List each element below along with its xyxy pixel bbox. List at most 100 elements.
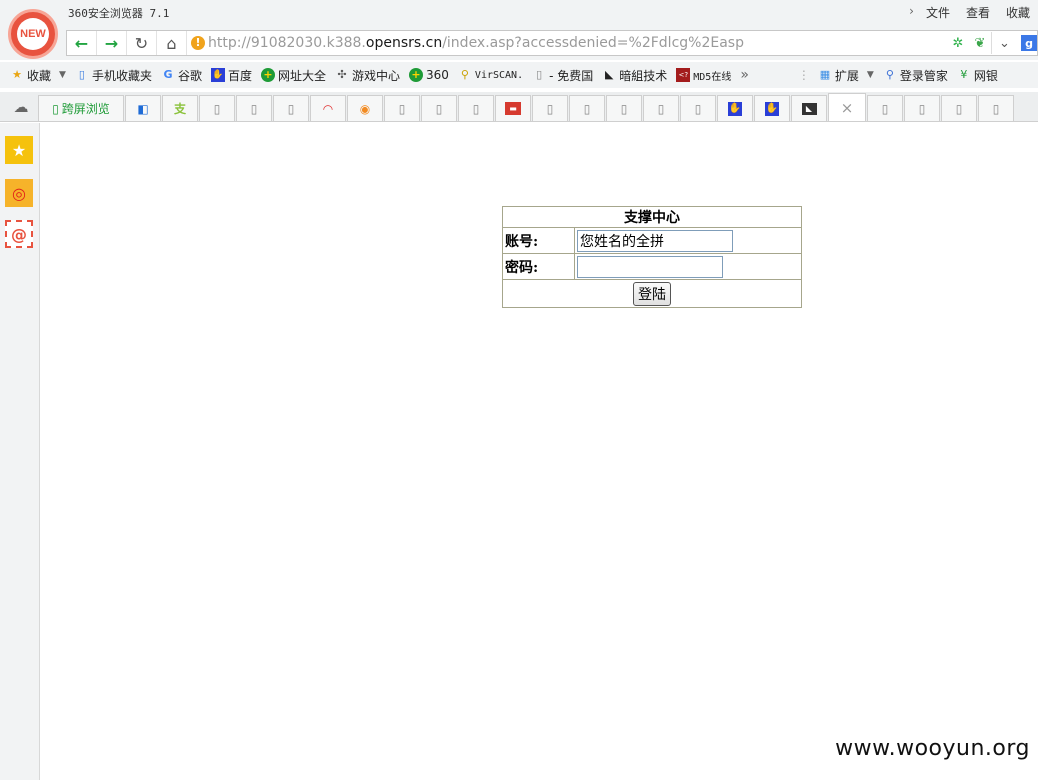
refresh-button[interactable]: ↻ [127, 31, 157, 55]
extensions-button[interactable]: ▦ 扩展 ▼ [818, 67, 874, 84]
bookmark-item[interactable]: ✋ 百度 [210, 67, 252, 84]
tab[interactable]: ▯ [978, 95, 1014, 121]
bookmarks-bar: ★ 收藏 ▼ ▯ 手机收藏夹 G 谷歌 ✋ 百度 + 网址大全 ✣ 游戏中心 +360 ⚲… [0, 62, 1038, 88]
menu-view[interactable]: 查看 [958, 2, 998, 23]
page-icon: ▯ [536, 68, 543, 81]
favorites-star-icon[interactable]: ★ [5, 136, 33, 164]
url-path: /index.asp?accessdenied=%2Fdlcg%2Easp [442, 35, 744, 51]
bookmark-item[interactable]: +360 [409, 68, 449, 82]
bookmark-item[interactable]: G 谷歌 [161, 67, 202, 84]
bookmark-item[interactable]: ▯ - 免费国 [532, 67, 593, 84]
page-icon: ▯ [213, 101, 221, 116]
site-favicon-icon: ◧ [137, 101, 149, 116]
home-icon: ⌂ [166, 33, 177, 53]
home-button[interactable]: ⌂ [157, 31, 187, 55]
bookmark-item[interactable]: ✣ 游戏中心 [335, 67, 400, 84]
tab-cross-screen-label: 跨屏浏览 [61, 102, 110, 116]
page-icon: ▯ [992, 101, 1000, 116]
url-host: opensrs.cn [365, 35, 443, 51]
tab[interactable]: ◉ [347, 95, 383, 121]
login-manager-button[interactable]: ⚲ 登录管家 [883, 67, 948, 84]
navigation-bar: ← → ↻ ⌂ ! http://91082030.k388. opensrs.c… [66, 30, 1038, 56]
tab[interactable]: 支 [162, 95, 198, 121]
refresh-icon: ↻ [134, 33, 149, 53]
url-prefix: http://91082030.k388. [208, 35, 366, 51]
account-label: 账号: [502, 227, 575, 254]
bank-icon: ¥ [960, 68, 968, 81]
tab[interactable]: ▯ [867, 95, 903, 121]
app-title: 360安全浏览器 7.1 [68, 7, 170, 20]
chevron-down-icon: ▼ [866, 70, 874, 80]
tab[interactable]: ▯ [904, 95, 940, 121]
chevron-right-icon[interactable]: › [901, 2, 918, 23]
bookmark-item[interactable]: <? MD5在线 [676, 68, 731, 83]
weibo-icon[interactable]: ◎ [5, 179, 33, 207]
tab[interactable]: ▬ [495, 95, 531, 121]
tab[interactable]: ▯ [643, 95, 679, 121]
tab[interactable]: ▯ [606, 95, 642, 121]
address-input[interactable]: ! http://91082030.k388. opensrs.cn/index.… [187, 31, 947, 55]
login-button[interactable]: 登陆 [633, 282, 671, 306]
forward-button[interactable]: → [97, 31, 127, 55]
bookmarks-more-button[interactable]: » [740, 67, 749, 83]
bookmark-item[interactable]: ▯ 手机收藏夹 [75, 67, 152, 84]
tab[interactable]: ▯ [421, 95, 457, 121]
bookmark-item[interactable]: ◣ 暗組技术 [602, 67, 667, 84]
tab[interactable]: ◠ [310, 95, 346, 121]
login-title: 支撑中心 [502, 206, 802, 228]
baidu-icon: ✋ [210, 68, 225, 82]
tab-cross-screen[interactable]: ▯ 跨屏浏览 [38, 95, 124, 121]
watermark: www.wooyun.org [835, 736, 1030, 761]
tab[interactable]: ▯ [199, 95, 235, 121]
tab[interactable]: ▯ [384, 95, 420, 121]
back-button[interactable]: ← [67, 31, 97, 55]
menu-favorites[interactable]: 收藏 [998, 2, 1038, 23]
cloud-sync-icon[interactable]: ☁ [4, 93, 38, 121]
tab[interactable]: ▯ [273, 95, 309, 121]
md5-icon: <? [676, 68, 691, 82]
bookmark-label: 谷歌 [177, 68, 202, 83]
tab-active[interactable]: × [828, 93, 866, 121]
tab[interactable]: ▯ [458, 95, 494, 121]
online-bank-label: 网银 [973, 68, 998, 83]
security-warning-icon[interactable]: ! [191, 36, 205, 50]
tab[interactable]: ◣ [791, 95, 827, 121]
tab[interactable]: ✋ [754, 95, 790, 121]
page-icon: ▯ [657, 101, 665, 116]
online-bank-button[interactable]: ¥ 网银 [957, 67, 998, 84]
login-manager-icon: ⚲ [885, 68, 894, 81]
password-input[interactable] [577, 255, 723, 278]
tab[interactable]: ▯ [680, 95, 716, 121]
tab[interactable]: ▯ [236, 95, 272, 121]
tab[interactable]: ✋ [717, 95, 753, 121]
bookmark-item[interactable]: ⚲ VirSCAN. [458, 68, 523, 82]
close-icon[interactable]: × [841, 99, 854, 117]
tab[interactable]: ◧ [125, 95, 161, 121]
bookmark-favorites-label: 收藏 [27, 68, 52, 83]
address-bar-actions: ✲ ❦ ⌄ g [947, 31, 1037, 55]
bookmark-item[interactable]: + 网址大全 [260, 67, 326, 84]
bookmark-label: 百度 [227, 68, 252, 83]
bookmark-label: VirSCAN. [474, 69, 524, 81]
account-input[interactable] [577, 229, 733, 252]
menu-file[interactable]: 文件 [918, 2, 958, 23]
bookmarks-divider: ⋮ [797, 68, 810, 82]
tab[interactable]: ▯ [569, 95, 605, 121]
address-dropdown-icon[interactable]: ⌄ [991, 32, 1017, 54]
mail-icon[interactable]: @ [5, 220, 33, 248]
speedometer-icon: ◠ [322, 101, 334, 116]
tab[interactable]: ▯ [941, 95, 977, 121]
virscan-icon: ⚲ [460, 68, 469, 81]
search-engine-icon[interactable]: g [1021, 35, 1037, 51]
bookmark-favorites[interactable]: ★ 收藏 ▼ [10, 67, 66, 84]
360-icon: + [409, 68, 424, 82]
speed-mode-icon[interactable]: ❦ [969, 32, 991, 54]
tab[interactable]: ▯ [532, 95, 568, 121]
page-icon: ▯ [694, 101, 702, 116]
baidu-icon: ✋ [765, 101, 779, 116]
360-browser-logo[interactable]: NEW [8, 9, 58, 59]
page-icon: ▯ [546, 101, 554, 116]
compat-mode-icon[interactable]: ✲ [947, 32, 969, 54]
bookmark-label: 手机收藏夹 [91, 68, 152, 83]
extensions-icon: ▦ [819, 68, 831, 81]
